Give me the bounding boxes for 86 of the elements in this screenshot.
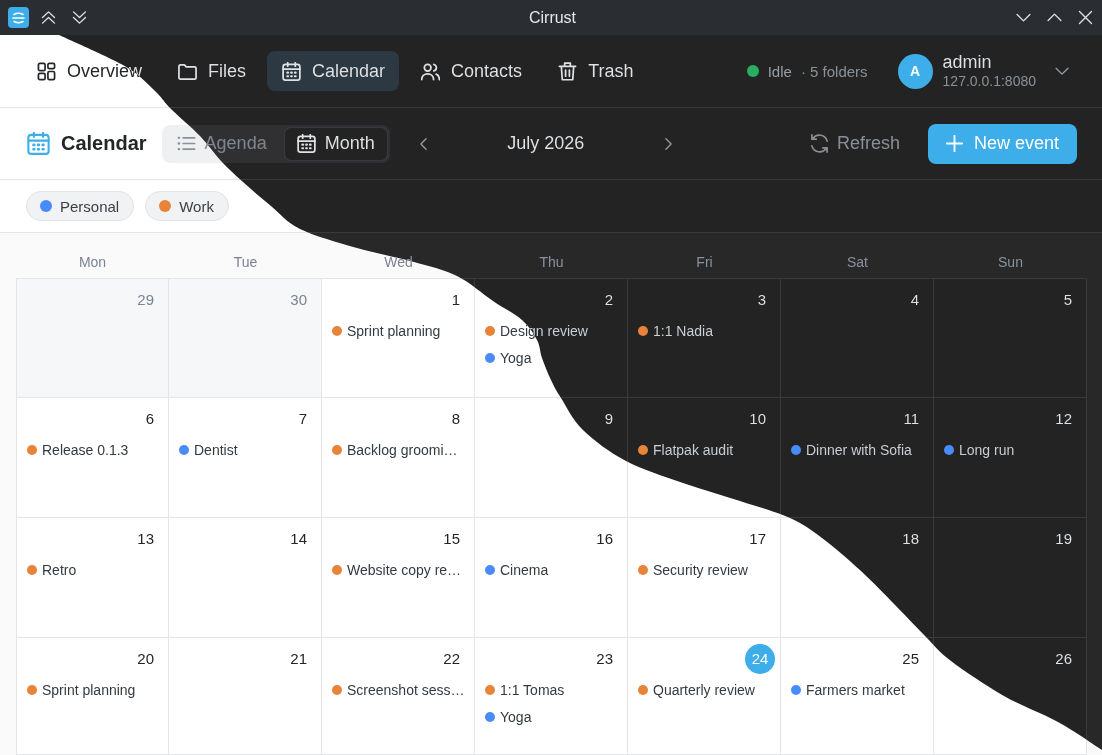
double-chevron-up-icon xyxy=(40,10,56,25)
grid-icon xyxy=(37,61,56,81)
day-number: 9 xyxy=(604,409,613,429)
trash-icon xyxy=(558,61,578,81)
weekday-label: Tue xyxy=(233,253,258,270)
double-chevron-down-icon xyxy=(71,10,87,25)
weekday-label: Sun xyxy=(998,253,1023,270)
plus-icon xyxy=(945,135,963,152)
day-number: 18 xyxy=(902,529,919,549)
close-icon xyxy=(1077,10,1093,25)
day-number: 21 xyxy=(290,649,307,669)
event-item[interactable]: Farmers market xyxy=(781,676,909,703)
list-icon xyxy=(176,134,196,153)
event-item[interactable]: 1:1 Tomas xyxy=(475,676,569,703)
event-item[interactable]: Yoga xyxy=(475,344,536,371)
day-number: 23 xyxy=(596,649,613,669)
day-number: 11 xyxy=(903,409,919,429)
refresh-button[interactable]: Refresh xyxy=(801,123,908,164)
event-item[interactable]: Security review xyxy=(628,556,752,583)
day-number: 16 xyxy=(596,529,613,549)
day-number: 17 xyxy=(749,529,766,549)
weekday-label: Fri xyxy=(696,253,713,270)
day-number: 22 xyxy=(443,649,460,669)
calendar-icon xyxy=(27,132,50,155)
event-item[interactable]: Screenshot sess… xyxy=(322,676,469,703)
account-name: admin xyxy=(942,51,993,74)
day-number: 12 xyxy=(1055,409,1072,429)
event-item[interactable]: Flatpak audit xyxy=(628,436,738,463)
event-item[interactable]: Cinema xyxy=(475,556,553,583)
view-tab[interactable]: Agenda xyxy=(164,127,279,160)
day-number: 6 xyxy=(145,409,154,429)
calendar-icon xyxy=(282,61,302,81)
nav-tab[interactable]: Files xyxy=(163,51,261,91)
view-tab[interactable]: Month xyxy=(284,127,387,160)
day-number: 10 xyxy=(749,409,766,429)
sync-status: Idle xyxy=(767,62,792,80)
event-item[interactable]: Yoga xyxy=(475,703,536,730)
event-item[interactable]: Sprint planning xyxy=(322,317,445,344)
page-title: Calendar xyxy=(61,132,147,155)
weekday-label: Sat xyxy=(847,253,868,270)
day-number: 26 xyxy=(1055,649,1072,669)
nav-tab[interactable]: Contacts xyxy=(406,51,537,91)
event-item[interactable]: Release 0.1.3 xyxy=(17,436,133,463)
event-item[interactable]: Long run xyxy=(934,436,1019,463)
month-label: July 2026 xyxy=(507,133,585,154)
calendar-icon xyxy=(296,134,316,153)
day-number: 20 xyxy=(137,649,154,669)
event-item[interactable]: Website copy re… xyxy=(322,556,466,583)
day-number: 5 xyxy=(1063,290,1072,310)
event-item[interactable]: 1:1 Nadia xyxy=(628,317,717,344)
refresh-icon xyxy=(809,134,829,153)
day-number: 8 xyxy=(451,409,460,429)
day-number: 3 xyxy=(757,290,766,310)
day-number: 4 xyxy=(910,290,919,310)
status-dot-icon xyxy=(746,65,759,77)
day-number: 25 xyxy=(902,649,919,669)
app-icon[interactable] xyxy=(8,7,29,28)
event-item[interactable]: Sprint planning xyxy=(17,676,140,703)
nav-tab[interactable]: Trash xyxy=(543,51,648,91)
event-item[interactable]: Retro xyxy=(17,556,81,583)
day-number: 13 xyxy=(137,529,154,549)
event-item[interactable]: Dentist xyxy=(169,436,242,463)
nav-tab[interactable]: Calendar xyxy=(267,51,400,91)
day-number: 19 xyxy=(1055,529,1072,549)
folder-count: · 5 folders xyxy=(800,62,868,80)
day-number: 1 xyxy=(451,290,460,310)
event-item[interactable]: Quarterly review xyxy=(628,676,759,703)
day-number: 7 xyxy=(298,409,307,429)
people-icon xyxy=(421,61,441,81)
weekday-label: Wed xyxy=(384,253,413,270)
user-avatar: A xyxy=(897,53,933,89)
day-number: 15 xyxy=(443,529,460,549)
server-address: 127.0.0.1:8080 xyxy=(942,73,1036,91)
day-number: 14 xyxy=(290,529,307,549)
calendar-filter-chip[interactable]: Personal xyxy=(26,191,135,221)
calendar-filter-chip[interactable]: Work xyxy=(145,191,229,221)
folder-icon xyxy=(178,61,197,81)
day-number: 2 xyxy=(604,290,613,310)
weekday-label: Mon xyxy=(78,253,107,270)
window-title: Cirrust xyxy=(528,8,577,27)
day-number: 30 xyxy=(290,290,307,310)
day-number: 24 xyxy=(745,644,775,674)
weekday-label: Thu xyxy=(539,253,564,270)
day-number: 29 xyxy=(137,290,154,310)
event-item[interactable]: Backlog groomi… xyxy=(322,436,462,463)
event-item[interactable]: Dinner with Sofia xyxy=(781,436,916,463)
